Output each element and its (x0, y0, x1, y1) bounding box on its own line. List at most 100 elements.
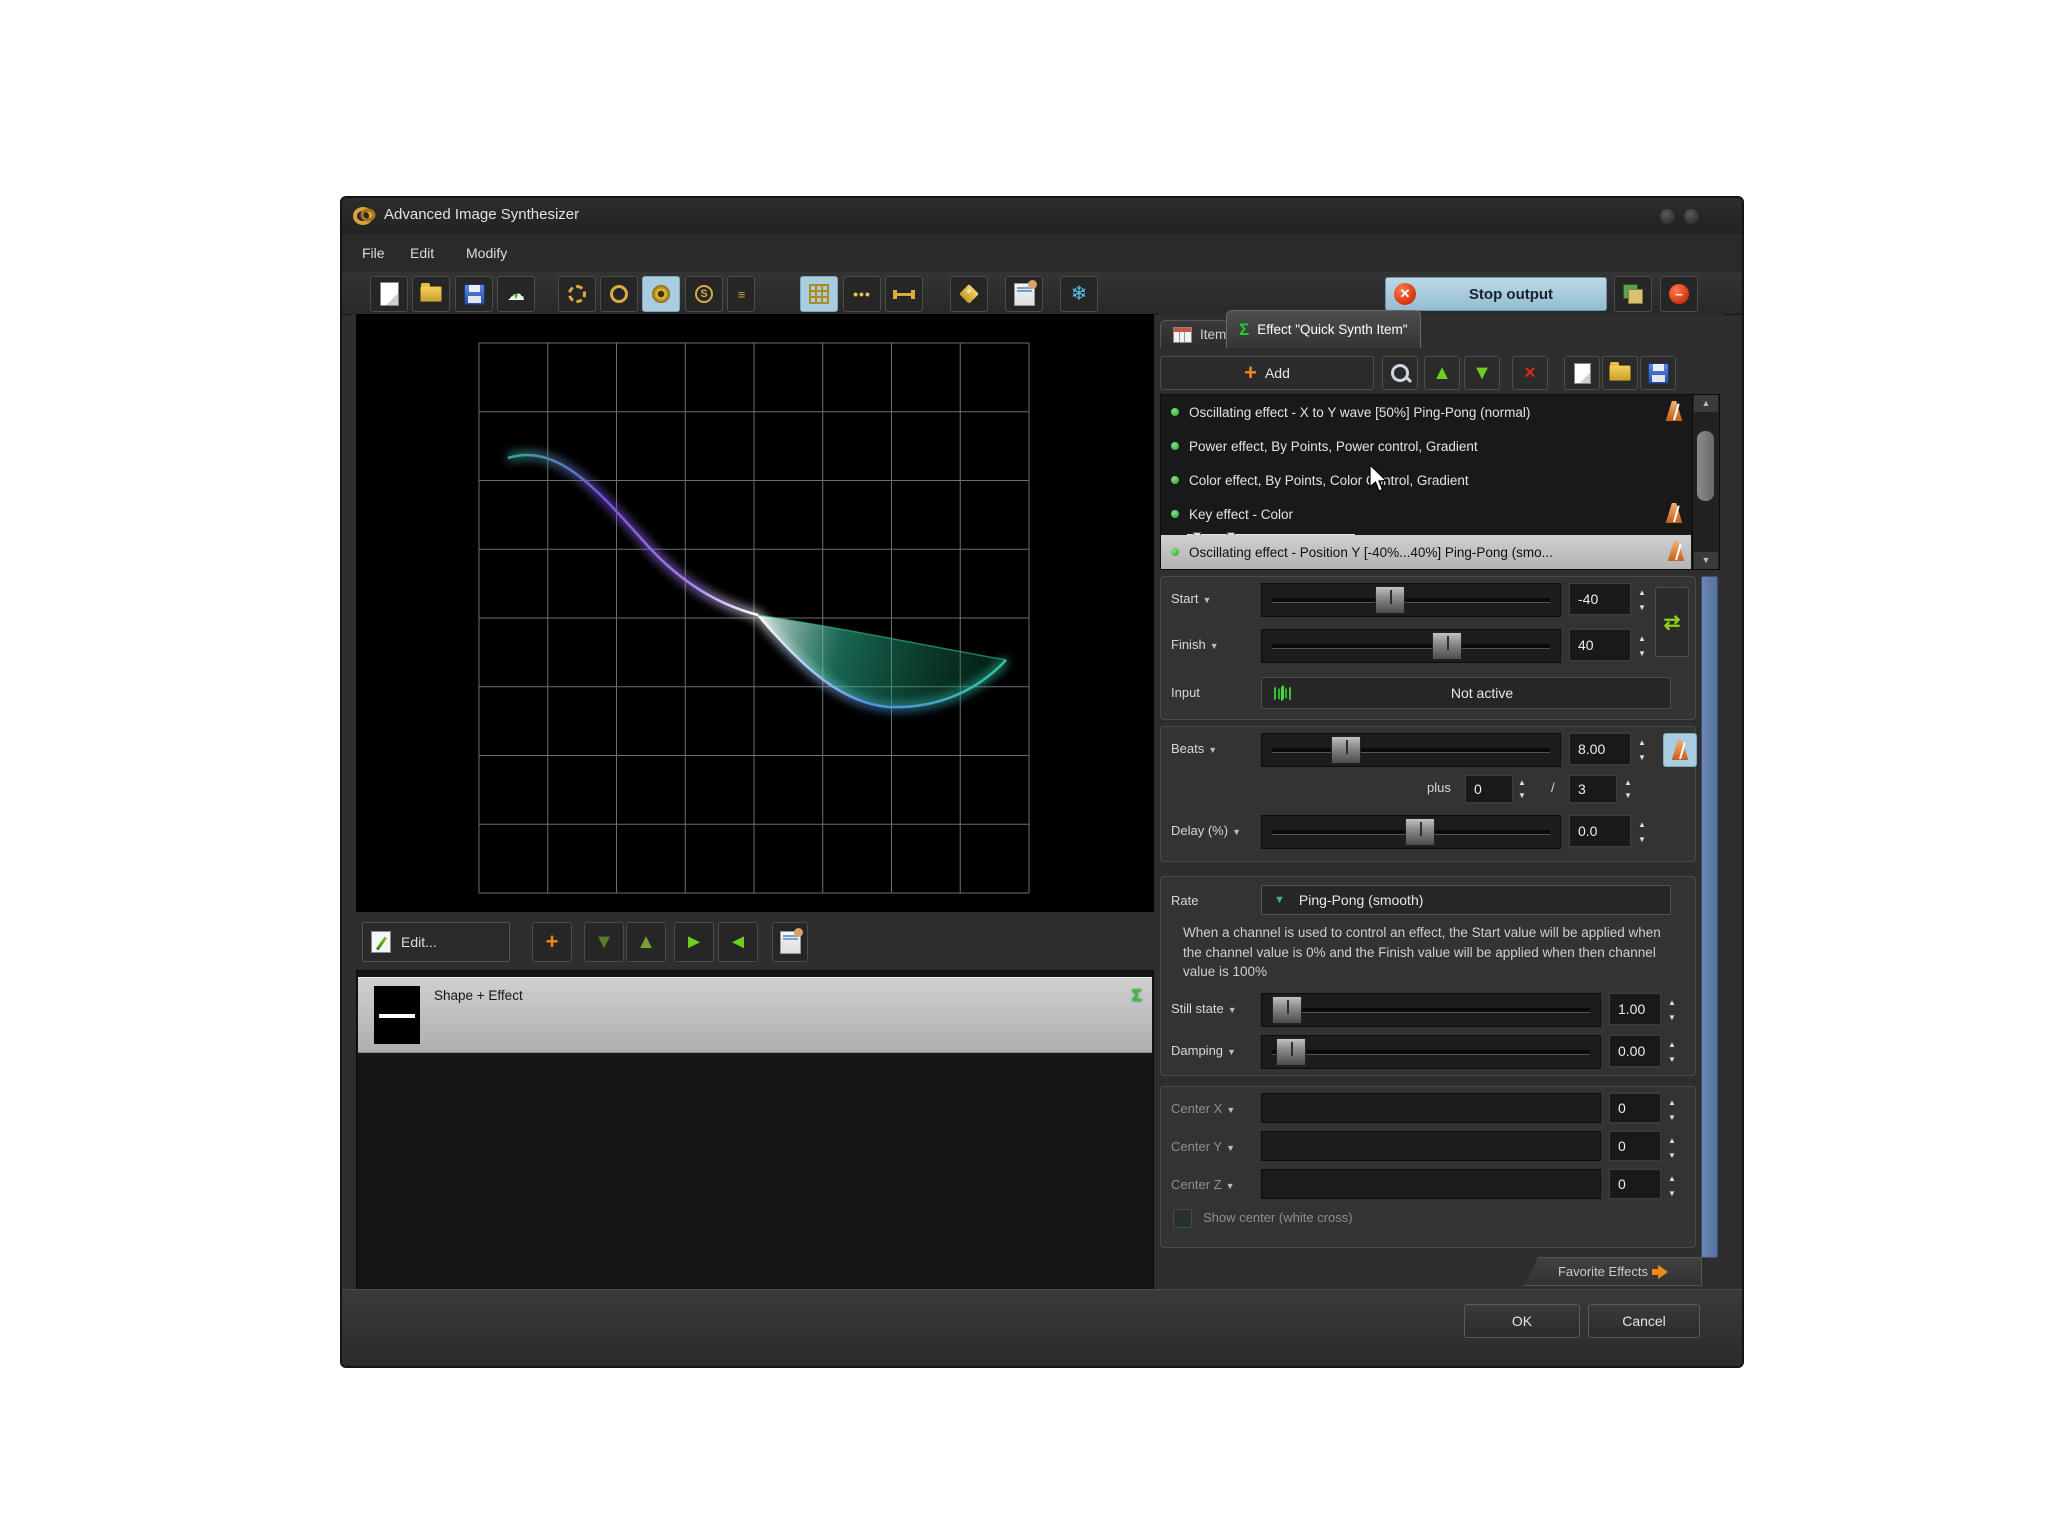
delete-effect-button[interactable]: × (1512, 356, 1548, 390)
image-clipboard-button[interactable] (1005, 276, 1043, 312)
enabled-dot-icon[interactable] (1171, 476, 1179, 484)
add-effect-button[interactable]: + Add (1160, 356, 1374, 390)
center-z-label[interactable]: Center Z▼ (1171, 1177, 1235, 1192)
delay-value[interactable]: 0.0 (1569, 815, 1631, 847)
beats-value[interactable]: 8.00 (1569, 733, 1631, 765)
stop-output-button[interactable]: ✕ Stop output (1385, 277, 1607, 311)
snowflake-button[interactable]: ❄ (1060, 276, 1098, 312)
save-effect-list-button[interactable] (1640, 356, 1676, 390)
still-state-slider-thumb[interactable] (1272, 996, 1302, 1024)
finish-slider-thumb[interactable] (1432, 632, 1462, 660)
swap-start-finish-button[interactable]: ⇄ (1655, 587, 1689, 657)
delay-slider[interactable] (1261, 815, 1561, 849)
add-track-button[interactable]: + (532, 922, 572, 962)
center-z-slider[interactable] (1261, 1169, 1601, 1199)
menu-modify[interactable]: Modify (460, 243, 513, 263)
delay-spinner[interactable]: ▲▼ (1633, 817, 1651, 847)
center-z-spinner[interactable]: ▲▼ (1663, 1171, 1681, 1201)
center-x-slider[interactable] (1261, 1093, 1601, 1123)
scroll-up-icon[interactable]: ▲ (1694, 395, 1718, 412)
s-circle-button[interactable]: S (685, 276, 723, 312)
paste-image-button[interactable] (772, 922, 808, 962)
cloud-button[interactable]: ☁ (497, 276, 535, 312)
still-state-value[interactable]: 1.00 (1609, 993, 1661, 1025)
scroll-thumb[interactable] (1697, 431, 1714, 501)
cancel-button[interactable]: Cancel (1588, 1304, 1700, 1338)
new-effect-list-button[interactable] (1564, 356, 1600, 390)
delay-slider-thumb[interactable] (1405, 818, 1435, 846)
effect-row-5-selected[interactable]: Oscillating effect - Position Y [-40%...… (1161, 535, 1691, 569)
circle-outline-button[interactable] (600, 276, 638, 312)
start-slider[interactable] (1261, 583, 1561, 617)
rate-dropdown[interactable]: ▼ Ping-Pong (smooth) (1261, 885, 1671, 915)
effect-row-3[interactable]: Color effect, By Points, Color Control, … (1161, 463, 1689, 497)
metronome-icon[interactable] (1665, 401, 1683, 421)
search-effect-button[interactable] (1382, 356, 1418, 390)
damping-slider-thumb[interactable] (1276, 1038, 1306, 1066)
damping-value[interactable]: 0.00 (1609, 1035, 1661, 1067)
open-effect-list-button[interactable] (1602, 356, 1638, 390)
finish-spinner[interactable]: ▲▼ (1633, 631, 1651, 661)
center-x-value[interactable]: 0 (1609, 1093, 1661, 1123)
panel-scrollbar[interactable] (1701, 576, 1718, 1258)
beats-slider-thumb[interactable] (1331, 736, 1361, 764)
edit-button[interactable]: Edit... (362, 922, 510, 962)
divisor-value[interactable]: 3 (1569, 775, 1617, 803)
enabled-dot-icon[interactable] (1171, 408, 1179, 416)
dashed-circle-button[interactable] (558, 276, 596, 312)
metronome-icon[interactable] (1667, 541, 1685, 561)
effect-list[interactable]: Oscillating effect - X to Y wave [50%] P… (1160, 394, 1720, 570)
move-down-button[interactable]: ▼ (584, 922, 624, 962)
scroll-down-icon[interactable]: ▼ (1694, 552, 1718, 569)
filled-circle-button[interactable] (642, 276, 680, 312)
line-segment-button[interactable] (885, 276, 923, 312)
start-label[interactable]: Start▼ (1171, 591, 1211, 606)
center-y-value[interactable]: 0 (1609, 1131, 1661, 1161)
blacklist-button[interactable]: − (1660, 276, 1698, 312)
center-z-value[interactable]: 0 (1609, 1169, 1661, 1199)
effect-row-1[interactable]: Oscillating effect - X to Y wave [50%] P… (1161, 395, 1689, 429)
enabled-dot-icon[interactable] (1171, 442, 1179, 450)
beats-metronome-button[interactable] (1663, 733, 1697, 767)
enabled-dot-icon[interactable] (1171, 510, 1179, 518)
damping-label[interactable]: Damping▼ (1171, 1043, 1236, 1058)
plus-spinner[interactable]: ▲▼ (1513, 775, 1531, 803)
still-state-label[interactable]: Still state▼ (1171, 1001, 1237, 1016)
damping-spinner[interactable]: ▲▼ (1663, 1037, 1681, 1067)
effect-move-up-button[interactable]: ▲ (1424, 356, 1460, 390)
beats-slider[interactable] (1261, 733, 1561, 767)
center-y-label[interactable]: Center Y▼ (1171, 1139, 1235, 1154)
move-up-button[interactable]: ▲ (626, 922, 666, 962)
tab-effect[interactable]: Σ Effect "Quick Synth Item" (1226, 310, 1421, 348)
favorite-effects-tab[interactable]: Favorite Effects (1524, 1257, 1702, 1286)
track-row[interactable]: Shape + Effect Σ (358, 977, 1152, 1053)
track-list[interactable]: Shape + Effect Σ (356, 970, 1154, 1290)
effect-row-2[interactable]: Power effect, By Points, Power control, … (1161, 429, 1689, 463)
show-center-checkbox[interactable] (1173, 1209, 1192, 1228)
layers-button[interactable] (1614, 276, 1652, 312)
start-slider-thumb[interactable] (1375, 586, 1405, 614)
menu-edit[interactable]: Edit (404, 243, 440, 263)
finish-value[interactable]: 40 (1569, 629, 1631, 661)
damping-slider[interactable] (1261, 1035, 1601, 1069)
finish-label[interactable]: Finish▼ (1171, 637, 1219, 652)
title-bar[interactable]: Advanced Image Synthesizer (342, 198, 1742, 235)
menu-file[interactable]: File (356, 243, 391, 263)
effect-list-scrollbar[interactable]: ▲ ▼ (1692, 395, 1719, 569)
beats-spinner[interactable]: ▲▼ (1633, 735, 1651, 765)
plus-value[interactable]: 0 (1465, 775, 1513, 803)
dots-button[interactable]: ••• (843, 276, 881, 312)
window-control-2[interactable] (1684, 209, 1699, 224)
delay-label[interactable]: Delay (%)▼ (1171, 823, 1241, 838)
metronome-icon[interactable] (1665, 503, 1683, 523)
save-button[interactable] (455, 276, 493, 312)
still-state-spinner[interactable]: ▲▼ (1663, 995, 1681, 1025)
center-y-slider[interactable] (1261, 1131, 1601, 1161)
effect-row-4[interactable]: Key effect - Color (1161, 497, 1689, 531)
input-status-box[interactable]: Not active (1261, 677, 1671, 709)
laser-preview[interactable] (356, 314, 1154, 912)
open-button[interactable] (412, 276, 450, 312)
beats-label[interactable]: Beats▼ (1171, 741, 1217, 756)
center-y-spinner[interactable]: ▲▼ (1663, 1133, 1681, 1163)
effect-move-down-button[interactable]: ▼ (1464, 356, 1500, 390)
